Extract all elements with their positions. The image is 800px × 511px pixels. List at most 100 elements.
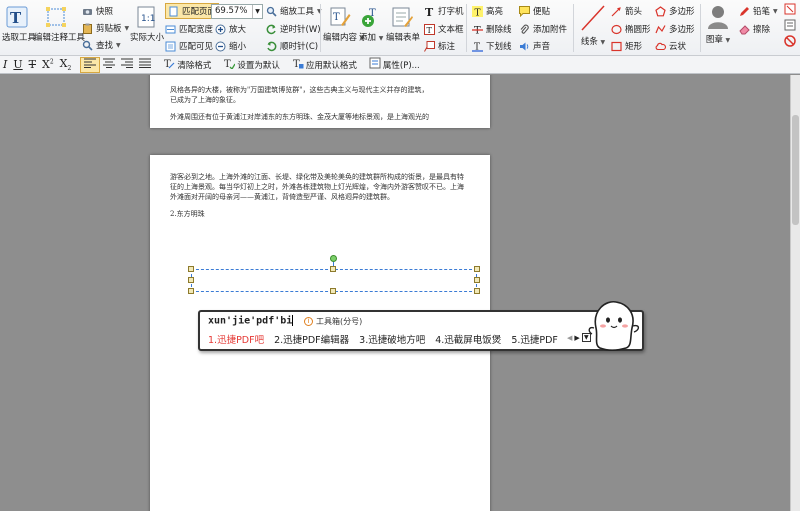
fit-width-button[interactable]: 匹配宽度 <box>165 21 213 37</box>
apply-default-button[interactable]: T 应用默认格式 <box>289 57 360 73</box>
divider <box>573 4 574 52</box>
ime-candidate-3[interactable]: 3.迅捷破地方吧 <box>359 332 425 346</box>
note-button[interactable]: 便贴 <box>519 3 550 19</box>
actual-size-button[interactable]: 1:1 实际大小 <box>130 2 164 54</box>
polyline-button[interactable]: 多边形 <box>655 21 695 37</box>
chevron-down-icon[interactable]: ▼ <box>252 5 262 18</box>
add-label: 添加 <box>359 33 377 43</box>
oval-icon <box>611 24 622 35</box>
italic-icon: I <box>3 58 8 71</box>
properties-button[interactable]: 属性(P)... <box>366 57 423 73</box>
rotate-ccw-button[interactable]: 逆时针(W) <box>266 21 321 37</box>
forbidden-icon <box>784 35 796 47</box>
edit-content-button[interactable]: T 编辑内容 ▼ <box>323 2 364 54</box>
strikethrough-button[interactable]: T <box>26 57 39 73</box>
ime-candidate-window: xun'jie'pdf'bi i 工具箱(分号) 1.迅捷PDF吧 2.迅捷PD… <box>198 310 644 351</box>
prev-page-icon[interactable]: ◀ <box>567 334 572 342</box>
align-center-button[interactable] <box>100 57 118 73</box>
page1-paragraph-2: 外滩周围还有位于黄浦江对岸浦东的东方明珠、金茂大厦等地标景观，是上海观光的 <box>170 113 429 121</box>
pencil-button[interactable]: 铅笔 ▼ <box>739 3 778 19</box>
oval-button[interactable]: 椭圆形 <box>611 21 651 37</box>
zoom-in-button[interactable]: 放大 <box>215 21 246 37</box>
line-button[interactable]: 线条 ▼ <box>578 2 608 54</box>
ime-candidate-1[interactable]: 1.迅捷PDF吧 <box>208 332 264 346</box>
ribbon-overflow[interactable] <box>784 3 798 53</box>
subscript-button[interactable]: X2 <box>57 57 75 73</box>
note-label: 便贴 <box>533 7 551 17</box>
actual-size-icon: 1:1 <box>135 6 157 28</box>
list-icon <box>784 19 796 31</box>
rotate-right-icon <box>266 41 277 52</box>
chevron-down-icon: ▼ <box>124 24 130 32</box>
ime-tip-text: 工具箱(分号) <box>316 317 363 326</box>
underline-button[interactable]: T 下划线 <box>472 38 512 54</box>
callout-button[interactable]: 标注 <box>424 38 455 54</box>
strikeout-button[interactable]: T 删除线 <box>472 21 512 37</box>
polygon-button[interactable]: 多边形 <box>655 3 695 19</box>
select-tool-button[interactable]: T 选取工具 <box>2 2 36 54</box>
set-default-button[interactable]: T 设置为默认 <box>220 57 283 73</box>
ime-candidate-2[interactable]: 2.迅捷PDF编辑器 <box>274 332 349 346</box>
superscript-button[interactable]: X2 <box>39 57 57 73</box>
resize-handle[interactable] <box>188 288 194 294</box>
resize-handle[interactable] <box>474 266 480 272</box>
underline-format-button[interactable]: U <box>10 57 25 73</box>
sticky-note-icon <box>519 5 530 17</box>
align-right-button[interactable] <box>118 57 136 73</box>
vertical-scrollbar[interactable] <box>790 75 800 511</box>
stamp-button[interactable]: 图章 ▼ <box>703 2 733 54</box>
align-left-button[interactable] <box>80 56 101 73</box>
pencil-label: 铅笔 <box>753 7 771 17</box>
polygon-icon <box>655 5 666 17</box>
rotate-cw-button[interactable]: 顺时针(C) <box>266 38 318 54</box>
stamp-person-icon <box>706 4 730 30</box>
ime-candidate-4[interactable]: 4.迅截屏电饭煲 <box>435 332 501 346</box>
ime-candidate-5[interactable]: 5.迅捷PDF <box>511 332 558 346</box>
line-icon <box>580 4 606 32</box>
zoom-level-select[interactable]: 69.57% ▼ <box>211 4 263 19</box>
scrollbar-thumb[interactable] <box>792 115 799 225</box>
snapshot-button[interactable]: 快照 <box>82 3 113 19</box>
resize-handle[interactable] <box>330 266 336 272</box>
zoom-out-button[interactable]: 缩小 <box>215 38 246 54</box>
resize-handle[interactable] <box>474 277 480 283</box>
add-button[interactable]: T 添加 ▼ <box>359 2 383 54</box>
fit-visible-label: 匹配可见 <box>179 42 214 52</box>
apply-default-icon: T <box>292 57 304 72</box>
document-viewport[interactable]: 风格各异的大楼，被称为"万国建筑博览群"，这些古典主义与现代主义并存的建筑， 已… <box>0 75 790 511</box>
arrow-button[interactable]: 箭头 <box>611 3 642 19</box>
highlight-button[interactable]: T 高亮 <box>472 3 503 19</box>
justify-button[interactable] <box>136 57 154 73</box>
resize-handle[interactable] <box>188 266 194 272</box>
next-page-icon[interactable]: ▶ <box>574 334 579 342</box>
find-button[interactable]: 查找 ▼ <box>82 37 121 53</box>
subscript-icon: X2 <box>59 56 72 73</box>
typewriter-button[interactable]: T 打字机 <box>424 3 464 19</box>
edit-annotation-tool-button[interactable]: 编辑注释工具 <box>34 2 85 54</box>
eraser-button[interactable]: 擦除 <box>739 21 770 37</box>
clipboard-button[interactable]: 剪贴板 ▼ <box>82 20 129 36</box>
italic-button[interactable]: I <box>0 57 10 73</box>
clear-format-button[interactable]: T 清除格式 <box>160 57 214 73</box>
set-default-label: 设置为默认 <box>237 60 280 71</box>
strikeout-label: 删除线 <box>486 25 512 35</box>
cloud-button[interactable]: 云状 <box>655 38 686 54</box>
rotation-handle[interactable] <box>330 255 337 262</box>
edit-form-button[interactable]: 编辑表单 <box>386 2 420 54</box>
sound-button[interactable]: 声音 <box>519 38 550 54</box>
attach-file-button[interactable]: 添加附件 <box>519 21 567 37</box>
textbox-button[interactable]: T 文本框 <box>424 21 464 37</box>
divider <box>466 4 467 52</box>
rectangle-button[interactable]: 矩形 <box>611 38 642 54</box>
resize-handle[interactable] <box>330 288 336 294</box>
divider <box>700 4 701 52</box>
underline-label: 下划线 <box>486 42 512 52</box>
resize-handle[interactable] <box>188 277 194 283</box>
fit-visible-icon <box>165 41 176 52</box>
edit-content-label: 编辑内容 <box>323 33 358 43</box>
pencil-icon <box>739 6 750 17</box>
svg-text:T: T <box>475 8 481 17</box>
fit-visible-button[interactable]: 匹配可见 <box>165 38 213 54</box>
zoom-tool-button[interactable]: 缩放工具 ▼ <box>266 3 322 19</box>
resize-handle[interactable] <box>474 288 480 294</box>
